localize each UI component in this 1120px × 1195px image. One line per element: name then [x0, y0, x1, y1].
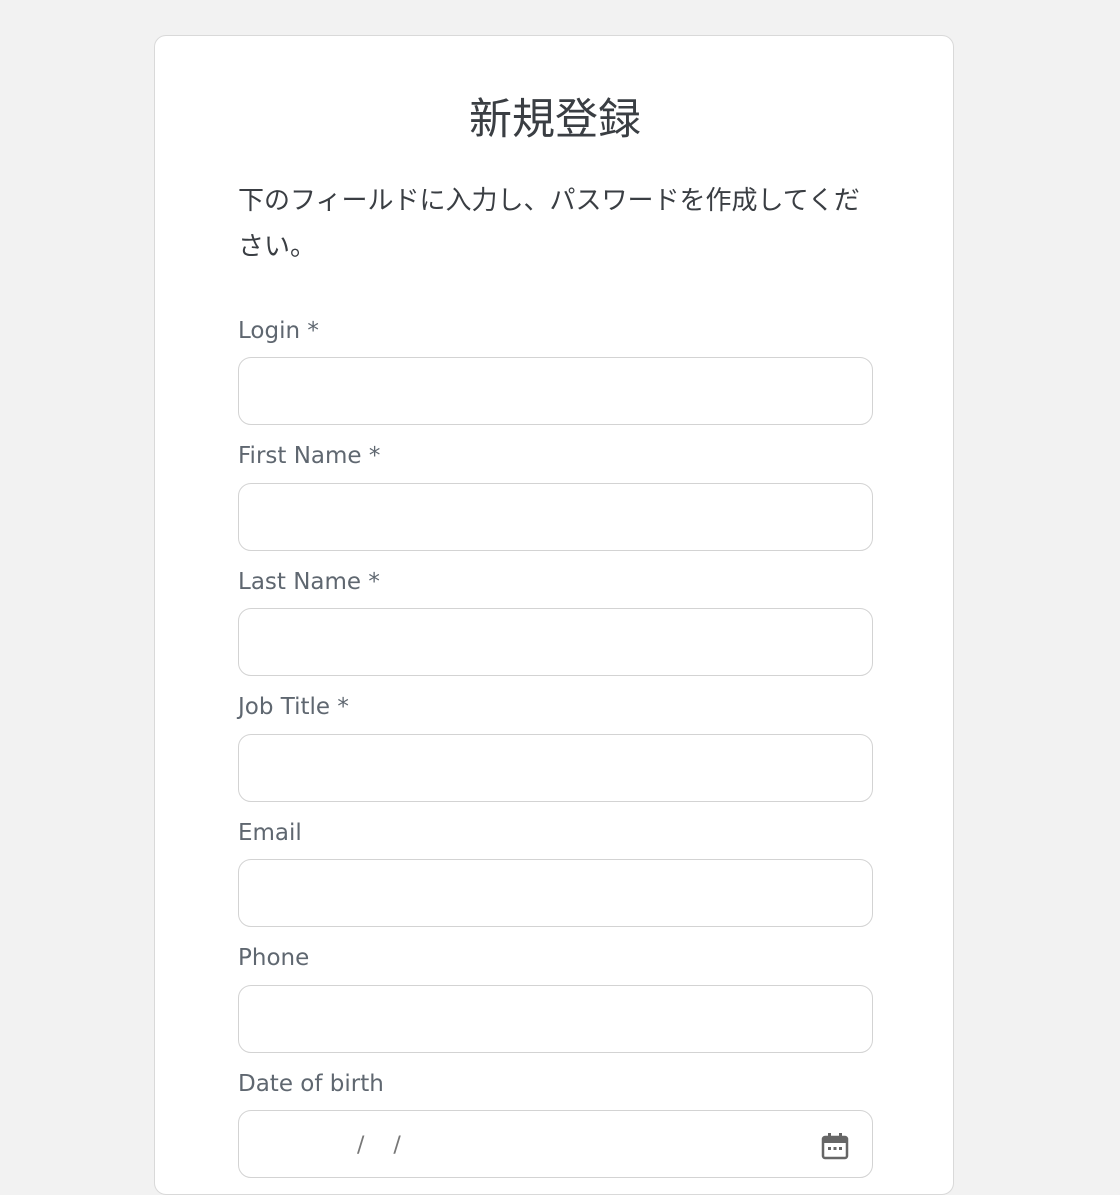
registration-card: 新規登録 下のフィールドに入力し、パスワードを作成してください。 Login *…	[154, 35, 954, 1195]
last-name-label: Last Name *	[238, 569, 380, 595]
form-description: 下のフィールドに入力し、パスワードを作成してください。	[238, 186, 860, 262]
first-name-input[interactable]	[238, 483, 873, 551]
first-name-label: First Name *	[238, 443, 381, 469]
phone-input[interactable]	[238, 985, 873, 1053]
last-name-input[interactable]	[238, 608, 873, 676]
login-label: Login *	[238, 318, 319, 344]
date-of-birth-input[interactable]: / /	[238, 1110, 873, 1178]
calendar-icon[interactable]	[820, 1131, 850, 1161]
date-placeholder: / /	[321, 1133, 403, 1158]
page-title: 新規登録	[469, 95, 641, 145]
job-title-label: Job Title *	[238, 694, 349, 720]
email-label: Email	[238, 820, 302, 846]
date-of-birth-label: Date of birth	[238, 1071, 384, 1097]
phone-label: Phone	[238, 945, 310, 971]
email-input[interactable]	[238, 859, 873, 927]
login-input[interactable]	[238, 357, 873, 425]
job-title-input[interactable]	[238, 734, 873, 802]
